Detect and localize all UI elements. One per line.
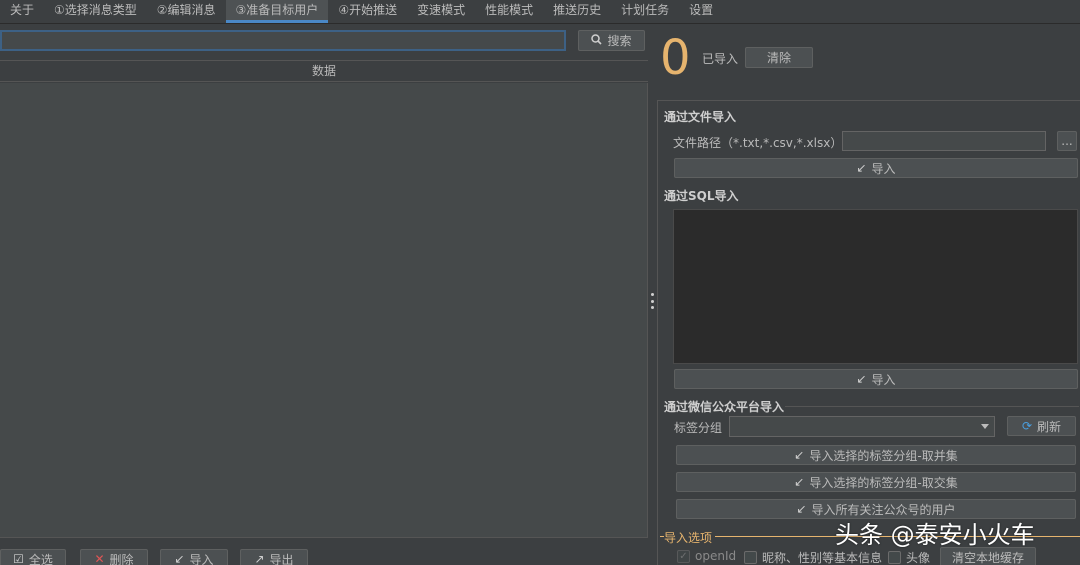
import-list-label: 导入 (189, 552, 214, 565)
export-list-button[interactable]: ↗ 导出 (240, 549, 308, 565)
sql-import-title: 通过SQL导入 (664, 189, 739, 203)
import-tag-intersection-label: 导入选择的标签分组-取交集 (809, 475, 958, 490)
tab-start-push[interactable]: ④开始推送 (328, 0, 407, 23)
imported-count: 0 (660, 30, 691, 86)
refresh-label: 刷新 (1037, 419, 1062, 434)
import-arrow-icon: ↙ (856, 372, 867, 386)
file-path-label: 文件路径（*.txt,*.csv,*.xlsx） (673, 136, 843, 150)
splitter-grip-icon[interactable] (651, 293, 654, 309)
avatar-label: 头像 (906, 551, 931, 565)
data-table-body[interactable] (0, 83, 648, 538)
checkbox-icon: ☑ (13, 552, 24, 565)
openid-label: openId (695, 549, 737, 563)
import-arrow-icon: ↙ (174, 552, 185, 565)
file-import-title: 通过文件导入 (664, 110, 737, 124)
clear-button-label: 清除 (766, 51, 791, 65)
import-options-title: 导入选项 (664, 529, 716, 546)
import-arrow-icon: ↙ (796, 502, 807, 516)
sql-import-label: 导入 (871, 372, 896, 387)
import-arrow-icon: ↙ (794, 448, 805, 462)
tab-select-message-type[interactable]: ①选择消息类型 (44, 0, 147, 23)
tag-group-select[interactable] (729, 416, 995, 437)
file-import-button[interactable]: ↙ 导入 (674, 158, 1078, 178)
import-arrow-icon: ↙ (856, 161, 867, 175)
checkbox-icon (888, 551, 901, 564)
search-button[interactable]: 搜索 (578, 30, 645, 51)
tab-scheduled-tasks[interactable]: 计划任务 (611, 0, 679, 23)
tab-performance-mode[interactable]: 性能模式 (475, 0, 543, 23)
delete-x-icon: ✕ (94, 552, 105, 565)
select-all-button[interactable]: ☑ 全选 (0, 549, 66, 565)
tag-group-label: 标签分组 (674, 421, 723, 435)
tab-prepare-target-users[interactable]: ③准备目标用户 (225, 0, 329, 23)
delete-label: 删除 (109, 552, 134, 565)
import-tag-union-label: 导入选择的标签分组-取并集 (809, 448, 958, 463)
sql-import-button[interactable]: ↙ 导入 (674, 369, 1078, 389)
tab-about[interactable]: 关于 (0, 0, 44, 23)
section-divider (785, 406, 1079, 407)
refresh-button[interactable]: ⟳ 刷新 (1007, 416, 1076, 436)
basic-info-label: 昵称、性别等基本信息 (762, 551, 883, 565)
search-input[interactable] (0, 30, 566, 51)
sql-input[interactable] (673, 209, 1078, 364)
tab-push-history[interactable]: 推送历史 (543, 0, 611, 23)
wechat-import-title: 通过微信公众平台导入 (664, 400, 785, 414)
search-icon (591, 34, 603, 47)
clear-local-cache-label: 清空本地缓存 (951, 550, 1024, 565)
tab-settings[interactable]: 设置 (679, 0, 723, 23)
tab-edit-message[interactable]: ②编辑消息 (147, 0, 226, 23)
checkbox-icon (744, 551, 757, 564)
file-import-label: 导入 (871, 161, 896, 176)
browse-file-button[interactable]: ... (1057, 131, 1077, 151)
tab-bar: 关于 ①选择消息类型 ②编辑消息 ③准备目标用户 ④开始推送 变速模式 性能模式… (0, 0, 1080, 24)
export-list-label: 导出 (269, 552, 294, 565)
import-tag-union-button[interactable]: ↙ 导入选择的标签分组-取并集 (676, 445, 1076, 465)
delete-button[interactable]: ✕ 删除 (80, 549, 148, 565)
refresh-icon: ⟳ (1021, 419, 1033, 433)
export-arrow-icon: ↗ (254, 552, 265, 565)
basic-info-checkbox[interactable]: 昵称、性别等基本信息 (744, 549, 882, 565)
select-all-label: 全选 (28, 552, 53, 565)
tab-speed-mode[interactable]: 变速模式 (407, 0, 475, 23)
browse-file-label: ... (1061, 134, 1073, 148)
chevron-down-icon (981, 424, 989, 429)
openid-checkbox: ✓ openId (677, 549, 736, 563)
import-arrow-icon: ↙ (794, 475, 805, 489)
watermark: 头条 @泰安小火车 (835, 521, 1035, 549)
search-button-label: 搜索 (607, 34, 632, 48)
clear-button[interactable]: 清除 (745, 47, 813, 68)
imported-label: 已导入 (702, 52, 739, 66)
checkbox-checked-icon: ✓ (677, 549, 690, 563)
import-tag-intersection-button[interactable]: ↙ 导入选择的标签分组-取交集 (676, 472, 1076, 492)
data-table-header: 数据 (0, 60, 648, 82)
file-path-input[interactable] (842, 131, 1046, 151)
import-list-button[interactable]: ↙ 导入 (160, 549, 228, 565)
avatar-checkbox[interactable]: 头像 (888, 549, 930, 565)
